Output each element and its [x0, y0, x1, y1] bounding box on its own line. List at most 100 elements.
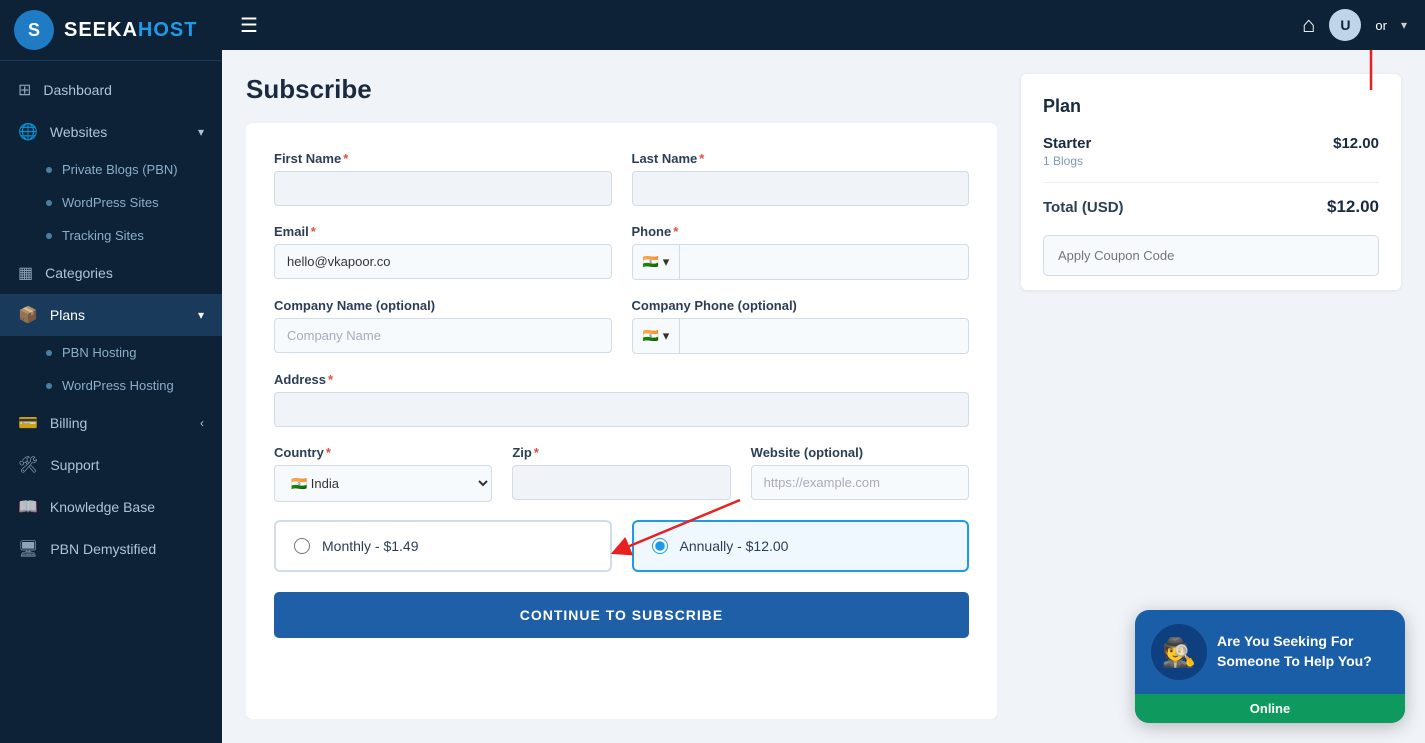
zip-group: Zip* — [512, 445, 730, 502]
sidebar-item-tracking-sites[interactable]: Tracking Sites — [0, 219, 222, 252]
billing-monthly-option[interactable]: Monthly - $1.49 — [274, 520, 612, 572]
india-flag-icon: 🇮🇳 — [643, 254, 659, 270]
first-name-input[interactable] — [274, 171, 612, 206]
website-input[interactable] — [751, 465, 969, 500]
country-select[interactable]: 🇮🇳 India 🇺🇸 United States 🇬🇧 United King… — [274, 465, 492, 502]
zip-label: Zip* — [512, 445, 730, 460]
name-row: First Name* Last Name* — [274, 151, 969, 206]
website-label: Website (optional) — [751, 445, 969, 460]
sidebar-sub-label: WordPress Sites — [62, 195, 159, 210]
first-name-group: First Name* — [274, 151, 612, 206]
dot-icon — [46, 167, 52, 173]
avatar[interactable]: U — [1329, 9, 1361, 41]
email-label: Email* — [274, 224, 612, 239]
plan-blogs: 1 Blogs — [1043, 154, 1091, 168]
sidebar-item-wordpress-sites[interactable]: WordPress Sites — [0, 186, 222, 219]
company-name-label: Company Name (optional) — [274, 298, 612, 313]
logo-text: SEEKAHOST — [64, 19, 197, 42]
home-icon[interactable]: ⌂ — [1302, 12, 1315, 38]
zip-input[interactable] — [512, 465, 730, 500]
company-phone-label: Company Phone (optional) — [632, 298, 970, 313]
sidebar-item-pbn-demystified[interactable]: 🖥 PBN Demystified — [0, 528, 222, 570]
billing-row: Monthly - $1.49 Annually - $12.00 — [274, 520, 969, 572]
billing-annually-label: Annually - $12.00 — [680, 538, 789, 554]
last-name-input[interactable] — [632, 171, 970, 206]
billing-monthly-radio[interactable] — [294, 538, 310, 554]
chat-online-status: Online — [1135, 694, 1405, 723]
coupon-input[interactable] — [1043, 235, 1379, 276]
country-label: Country* — [274, 445, 492, 460]
sidebar-item-label: Websites — [50, 124, 107, 140]
company-phone-group: Company Phone (optional) 🇮🇳 ▾ — [632, 298, 970, 354]
globe-icon: 🌐 — [18, 122, 38, 142]
dot-icon — [46, 350, 52, 356]
sidebar-item-billing[interactable]: 💳 Billing ‹ — [0, 402, 222, 444]
dot-icon — [46, 233, 52, 239]
company-phone-row: 🇮🇳 ▾ — [632, 318, 970, 354]
continue-button[interactable]: CONTINUE TO SUBSCRIBE — [274, 592, 969, 638]
subscribe-form-card: First Name* Last Name* — [246, 123, 997, 719]
sidebar-item-pbn-hosting[interactable]: PBN Hosting — [0, 336, 222, 369]
sidebar-sub-label: Private Blogs (PBN) — [62, 162, 178, 177]
support-icon: 🛠 — [18, 455, 38, 475]
company-name-group: Company Name (optional) — [274, 298, 612, 354]
sidebar-item-knowledge-base[interactable]: 📖 Knowledge Base — [0, 486, 222, 528]
sidebar-item-dashboard[interactable]: ⊞ Dashboard — [0, 69, 222, 111]
company-india-flag-icon: 🇮🇳 — [643, 328, 659, 344]
address-input[interactable] — [274, 392, 969, 427]
last-name-label: Last Name* — [632, 151, 970, 166]
phone-label: Phone* — [632, 224, 970, 239]
chat-message: Are You Seeking For Someone To Help You? — [1217, 632, 1389, 671]
dot-icon — [46, 383, 52, 389]
sidebar-nav: ⊞ Dashboard 🌐 Websites ▾ Private Blogs (… — [0, 61, 222, 743]
last-name-group: Last Name* — [632, 151, 970, 206]
phone-group: Phone* 🇮🇳 ▾ — [632, 224, 970, 280]
sidebar-item-label: Billing — [50, 415, 87, 431]
sidebar-sub-label: WordPress Hosting — [62, 378, 174, 393]
email-input[interactable] — [274, 244, 612, 279]
sidebar-item-label: Plans — [50, 307, 85, 323]
email-group: Email* — [274, 224, 612, 280]
chevron-left-icon: ‹ — [200, 416, 204, 430]
billing-icon: 💳 — [18, 413, 38, 433]
chat-widget[interactable]: 🕵️ Are You Seeking For Someone To Help Y… — [1135, 610, 1405, 723]
monitor-icon: 🖥 — [18, 539, 38, 559]
plan-card-title: Plan — [1043, 96, 1379, 117]
dot-icon — [46, 200, 52, 206]
sidebar-item-categories[interactable]: ▦ Categories — [0, 252, 222, 294]
phone-flag-dropdown[interactable]: 🇮🇳 ▾ — [632, 244, 680, 280]
sidebar-item-label: Support — [50, 457, 99, 473]
location-row: Country* 🇮🇳 India 🇺🇸 United States 🇬🇧 Un… — [274, 445, 969, 502]
billing-annually-radio[interactable] — [652, 538, 668, 554]
sidebar-item-label: Knowledge Base — [50, 499, 155, 515]
company-phone-chevron-icon: ▾ — [663, 328, 670, 344]
company-phone-input[interactable] — [679, 318, 969, 354]
hamburger-icon[interactable]: ☰ — [240, 13, 258, 38]
sidebar: S SEEKAHOST ⊞ Dashboard 🌐 Websites ▾ Pri… — [0, 0, 222, 743]
address-row: Address* — [274, 372, 969, 427]
total-row: Total (USD) $12.00 — [1043, 197, 1379, 217]
company-name-input[interactable] — [274, 318, 612, 353]
company-phone-flag-dropdown[interactable]: 🇮🇳 ▾ — [632, 318, 680, 354]
phone-input[interactable] — [679, 244, 969, 280]
plans-icon: 📦 — [18, 305, 38, 325]
sidebar-item-private-blogs[interactable]: Private Blogs (PBN) — [0, 153, 222, 186]
billing-monthly-label: Monthly - $1.49 — [322, 538, 419, 554]
total-label: Total (USD) — [1043, 199, 1124, 216]
plan-detail-row: Starter 1 Blogs $12.00 — [1043, 135, 1379, 183]
phone-row: 🇮🇳 ▾ — [632, 244, 970, 280]
user-dropdown-icon[interactable]: ▾ — [1401, 18, 1407, 32]
website-group: Website (optional) — [751, 445, 969, 502]
sidebar-item-wordpress-hosting[interactable]: WordPress Hosting — [0, 369, 222, 402]
phone-chevron-icon: ▾ — [663, 254, 670, 270]
sidebar-sub-label: PBN Hosting — [62, 345, 136, 360]
sidebar-item-websites[interactable]: 🌐 Websites ▾ — [0, 111, 222, 153]
book-icon: 📖 — [18, 497, 38, 517]
categories-icon: ▦ — [18, 263, 33, 283]
dashboard-icon: ⊞ — [18, 80, 31, 100]
sidebar-item-support[interactable]: 🛠 Support — [0, 444, 222, 486]
plan-price: $12.00 — [1333, 135, 1379, 152]
billing-annually-option[interactable]: Annually - $12.00 — [632, 520, 970, 572]
topbar: ☰ ⌂ U or ▾ — [222, 0, 1425, 50]
sidebar-item-plans[interactable]: 📦 Plans ▾ — [0, 294, 222, 336]
